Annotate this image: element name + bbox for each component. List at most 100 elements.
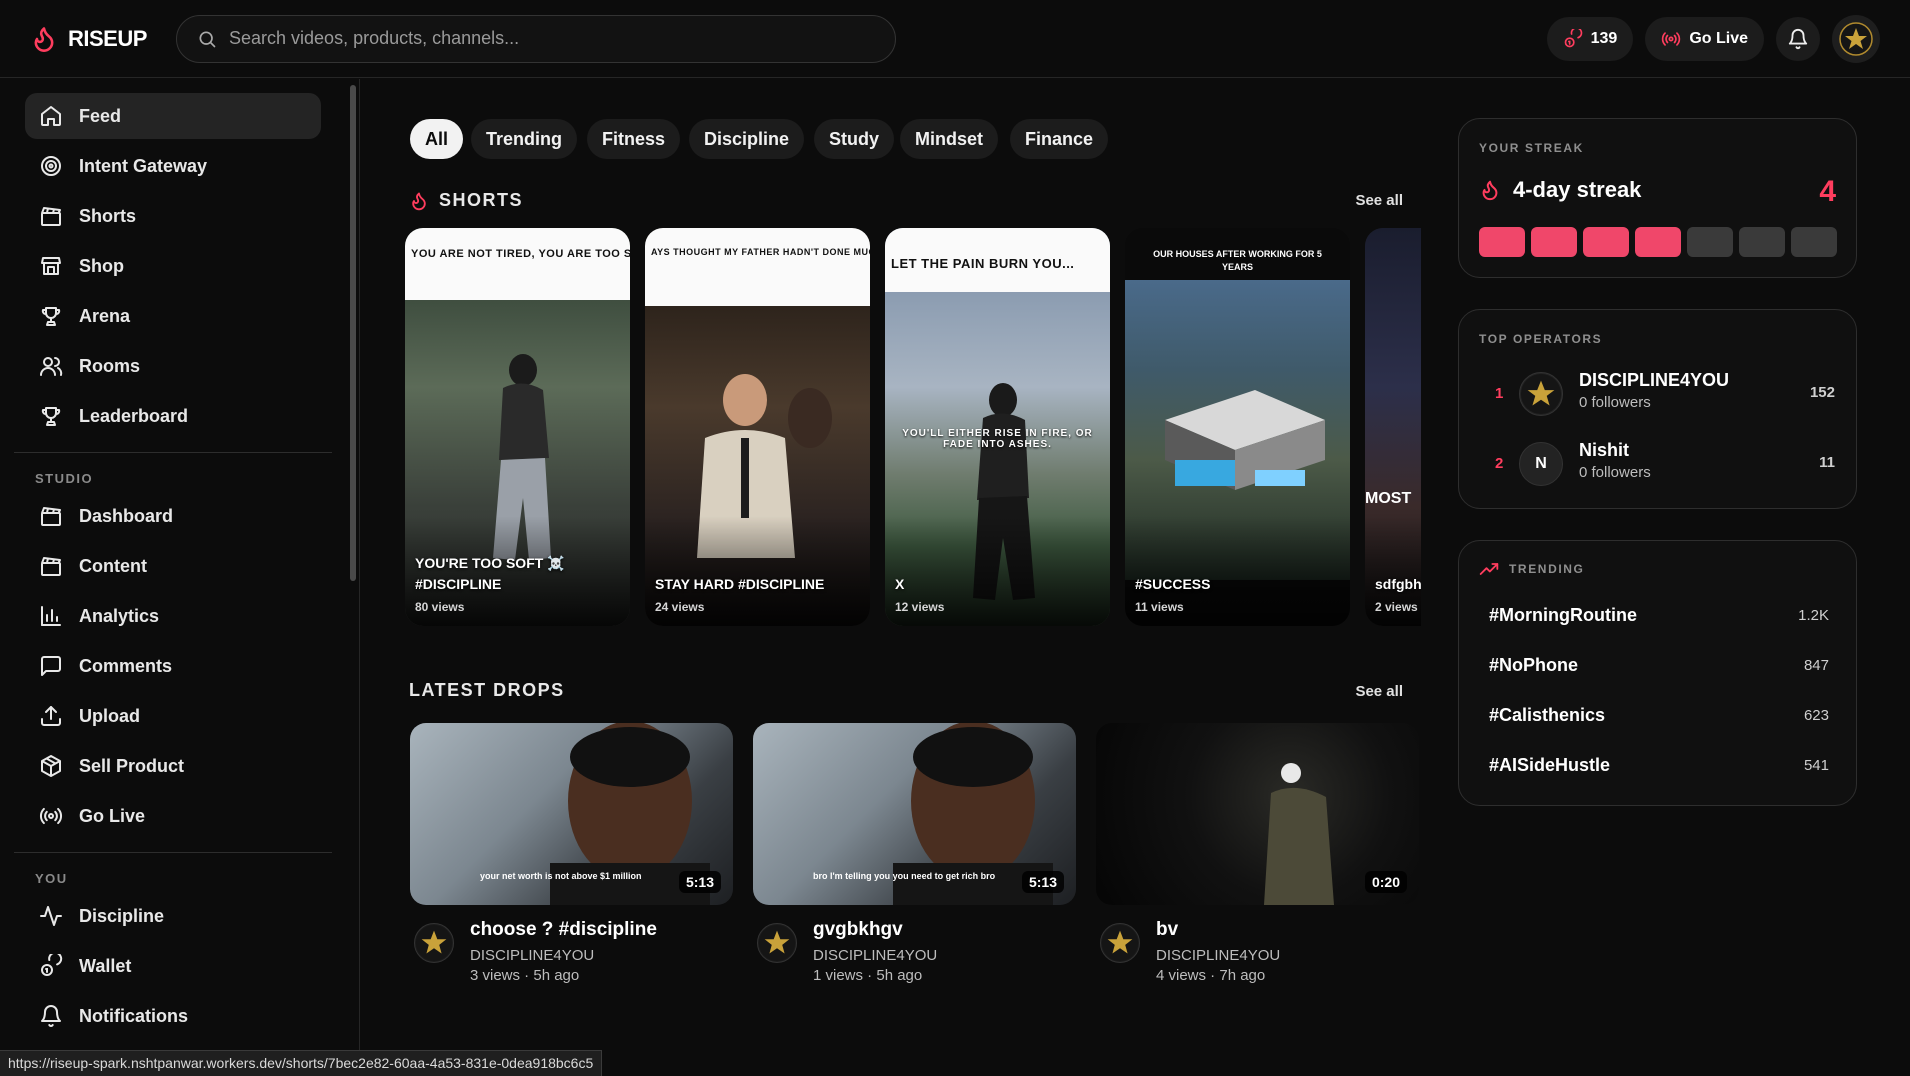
filter-chip-discipline[interactable]: Discipline: [689, 119, 805, 159]
sidebar-item-arena[interactable]: Arena: [25, 293, 321, 339]
video-card[interactable]: bro I'm telling you you need to get rich…: [753, 723, 1076, 1009]
streak-day-bar: [1687, 227, 1733, 257]
top-bar: RISEUP 139 Go Live: [0, 0, 1910, 78]
filter-chip-trending[interactable]: Trending: [471, 119, 577, 159]
sidebar-item-label: Content: [79, 555, 147, 576]
sidebar-item-go-live[interactable]: Go Live: [25, 793, 321, 839]
sidebar-item-content[interactable]: Content: [25, 543, 321, 589]
channel-avatar[interactable]: [1100, 923, 1140, 963]
streak-day-bar: [1635, 227, 1681, 257]
go-live-label: Go Live: [1689, 30, 1748, 47]
short-card[interactable]: YOU ARE NOT TIRED, YOU ARE TOO SOFT TO H…: [405, 228, 630, 626]
sidebar-item-label: Feed: [79, 105, 122, 126]
video-title[interactable]: choose ? #discipline: [470, 919, 657, 941]
sidebar-item-sell-product[interactable]: Sell Product: [25, 743, 321, 789]
short-caption: YOU ARE NOT TIRED, YOU ARE TOO SOFT TO H…: [405, 228, 630, 300]
streak-title-text: 4-day streak: [1513, 177, 1642, 202]
sidebar-item-notifications[interactable]: Notifications: [25, 993, 321, 1039]
video-thumbnail[interactable]: your net worth is not above $1 million 5…: [410, 723, 733, 905]
short-card[interactable]: MOST sdfgbh 2 views: [1365, 228, 1421, 626]
flame-icon: [412, 192, 426, 210]
sidebar-item-shop[interactable]: Shop: [25, 243, 321, 289]
main-feed: All Trending Fitness Discipline Study Mi…: [361, 79, 1441, 1076]
sidebar-item-label: Arena: [79, 305, 131, 326]
video-channel[interactable]: DISCIPLINE4YOU: [470, 947, 594, 964]
trending-tag[interactable]: #Calisthenics: [1489, 705, 1829, 726]
clapperboard-icon: [41, 507, 61, 526]
video-title[interactable]: gvgbkhgv: [813, 919, 903, 941]
short-title: #SUCCESS: [1135, 575, 1211, 592]
trending-count: 623: [1803, 707, 1829, 724]
video-channel[interactable]: DISCIPLINE4YOU: [1156, 947, 1280, 964]
user-avatar[interactable]: [1832, 15, 1880, 63]
search-input[interactable]: [229, 28, 829, 49]
target-icon: [41, 156, 61, 176]
operator-name: Nishit: [1579, 440, 1630, 460]
shorts-see-all-link[interactable]: See all: [1355, 192, 1403, 209]
short-overlay-text: MOST: [1365, 490, 1412, 507]
latest-see-all-link[interactable]: See all: [1355, 683, 1403, 700]
sidebar-divider: [14, 852, 332, 853]
logo[interactable]: RISEUP: [30, 24, 176, 54]
sidebar-scrollbar[interactable]: [350, 85, 356, 581]
operator-avatar: [1519, 372, 1563, 416]
sidebar-item-label: Dashboard: [79, 505, 174, 526]
short-card[interactable]: OUR HOUSES AFTER WORKING FOR 5 YEARS #SU…: [1125, 228, 1350, 626]
sidebar-item-discipline[interactable]: Discipline: [25, 893, 321, 939]
radio-icon: [1662, 32, 1681, 46]
notifications-button[interactable]: [1776, 17, 1820, 61]
sidebar-item-leaderboard[interactable]: Leaderboard: [25, 393, 321, 439]
sidebar: Feed Intent Gateway Shorts Shop Arena Ro…: [0, 79, 360, 1076]
sidebar-item-shorts[interactable]: Shorts: [25, 193, 321, 239]
go-live-button[interactable]: Go Live: [1645, 17, 1764, 61]
filter-chip-mindset[interactable]: Mindset: [900, 119, 999, 159]
video-thumbnail[interactable]: bro I'm telling you you need to get rich…: [753, 723, 1076, 905]
filter-chip-all[interactable]: All: [410, 119, 464, 159]
sidebar-item-upload[interactable]: Upload: [25, 693, 321, 739]
channel-avatar[interactable]: [414, 923, 454, 963]
bar-chart-icon: [41, 606, 61, 626]
operator-row[interactable]: 1 DISCIPLINE4YOU 0 followers 152: [1479, 370, 1839, 420]
channel-avatar[interactable]: [757, 923, 797, 963]
video-card[interactable]: your net worth is not above $1 million 5…: [410, 723, 733, 1009]
sidebar-divider: [14, 452, 332, 453]
trending-tag[interactable]: #NoPhone: [1489, 655, 1829, 676]
sidebar-item-intent-gateway[interactable]: Intent Gateway: [25, 143, 321, 189]
trending-tag[interactable]: #MorningRoutine: [1489, 605, 1829, 626]
sidebar-item-comments[interactable]: Comments: [25, 643, 321, 689]
filter-chip-fitness[interactable]: Fitness: [587, 119, 681, 159]
video-stats: 1 views · 5h ago: [813, 967, 923, 984]
search-bar[interactable]: [176, 14, 896, 63]
trending-row[interactable]: #Calisthenics 623: [1489, 705, 1829, 726]
points-button[interactable]: 139: [1546, 17, 1634, 61]
video-card[interactable]: 0:20 bv DISCIPLINE4YOU 4 views · 7h ago: [1096, 723, 1419, 1009]
store-icon: [41, 257, 61, 275]
sidebar-item-analytics[interactable]: Analytics: [25, 593, 321, 639]
trending-count: 847: [1803, 657, 1829, 674]
sidebar-section-studio: STUDIO: [35, 471, 94, 486]
video-thumbnail[interactable]: 0:20: [1096, 723, 1419, 905]
trending-row[interactable]: #NoPhone 847: [1489, 655, 1829, 676]
trending-card: TRENDING #MorningRoutine 1.2K #NoPhone 8…: [1458, 540, 1857, 806]
video-overlay-text: your net worth is not above $1 million: [480, 871, 642, 881]
short-card[interactable]: AYS THOUGHT MY FATHER HADN'T DONE MUCH U…: [645, 228, 870, 626]
video-title[interactable]: bv: [1156, 919, 1178, 941]
sidebar-item-dashboard[interactable]: Dashboard: [25, 493, 321, 539]
operator-row[interactable]: 2 N Nishit 0 followers 11: [1479, 440, 1839, 490]
trending-row[interactable]: #AISideHustle 541: [1489, 755, 1829, 776]
clapperboard-icon: [41, 557, 61, 576]
sidebar-item-feed[interactable]: Feed: [25, 93, 321, 139]
filter-chip-study[interactable]: Study: [814, 119, 895, 159]
streak-bars: [1479, 227, 1837, 257]
trending-header: TRENDING: [1479, 561, 1584, 577]
short-caption: AYS THOUGHT MY FATHER HADN'T DONE MUCH U…: [645, 228, 870, 306]
filter-chip-finance[interactable]: Finance: [1010, 119, 1109, 159]
sidebar-item-rooms[interactable]: Rooms: [25, 343, 321, 389]
video-channel[interactable]: DISCIPLINE4YOU: [813, 947, 937, 964]
sidebar-item-label: Go Live: [79, 805, 146, 826]
short-card[interactable]: LET THE PAIN BURN YOU... YOU'LL EITHER R…: [885, 228, 1110, 626]
sidebar-item-wallet[interactable]: Wallet: [25, 943, 321, 989]
trending-row[interactable]: #MorningRoutine 1.2K: [1489, 605, 1829, 626]
trending-count: 541: [1803, 757, 1829, 774]
trending-tag[interactable]: #AISideHustle: [1489, 755, 1829, 776]
